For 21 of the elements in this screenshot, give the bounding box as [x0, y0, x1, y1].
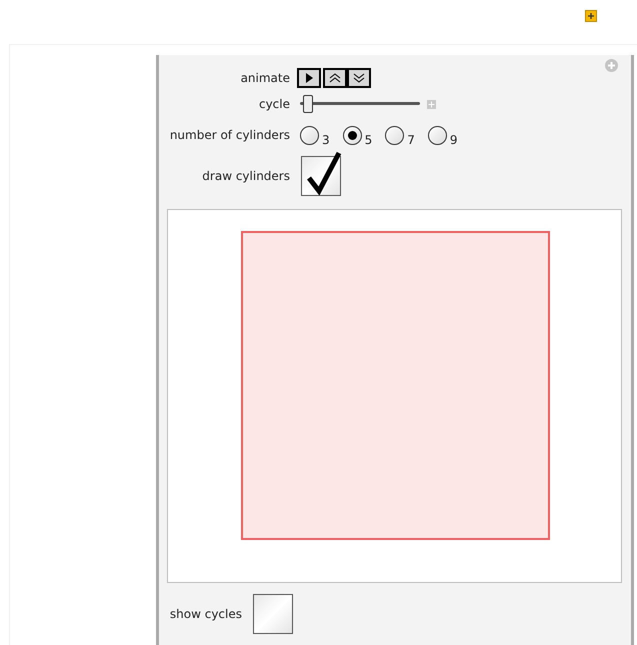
- checkbox[interactable]: [253, 594, 293, 634]
- add-icon[interactable]: [585, 10, 597, 22]
- double-up-icon[interactable]: [323, 68, 347, 88]
- control-label: cycle: [258, 96, 290, 113]
- radio-label: 7: [407, 134, 415, 146]
- slider-track[interactable]: [300, 95, 420, 113]
- radio-button[interactable]: [385, 126, 404, 144]
- double-down-icon[interactable]: [347, 68, 371, 88]
- play-icon[interactable]: [297, 68, 321, 88]
- slider-thumb[interactable]: [303, 95, 314, 113]
- control-label: show cycles: [168, 606, 242, 623]
- radio-label: 3: [322, 134, 330, 146]
- radio-button[interactable]: [300, 126, 319, 144]
- radio-label: 9: [450, 134, 458, 146]
- radio-label: 5: [364, 134, 372, 146]
- radio-button[interactable]: [342, 126, 362, 144]
- control-label: draw cylinders: [201, 168, 290, 185]
- control-label: animate: [240, 70, 290, 87]
- control-label: number of cylinders: [168, 127, 290, 144]
- radio-button[interactable]: [428, 126, 447, 144]
- check-icon: [306, 151, 342, 197]
